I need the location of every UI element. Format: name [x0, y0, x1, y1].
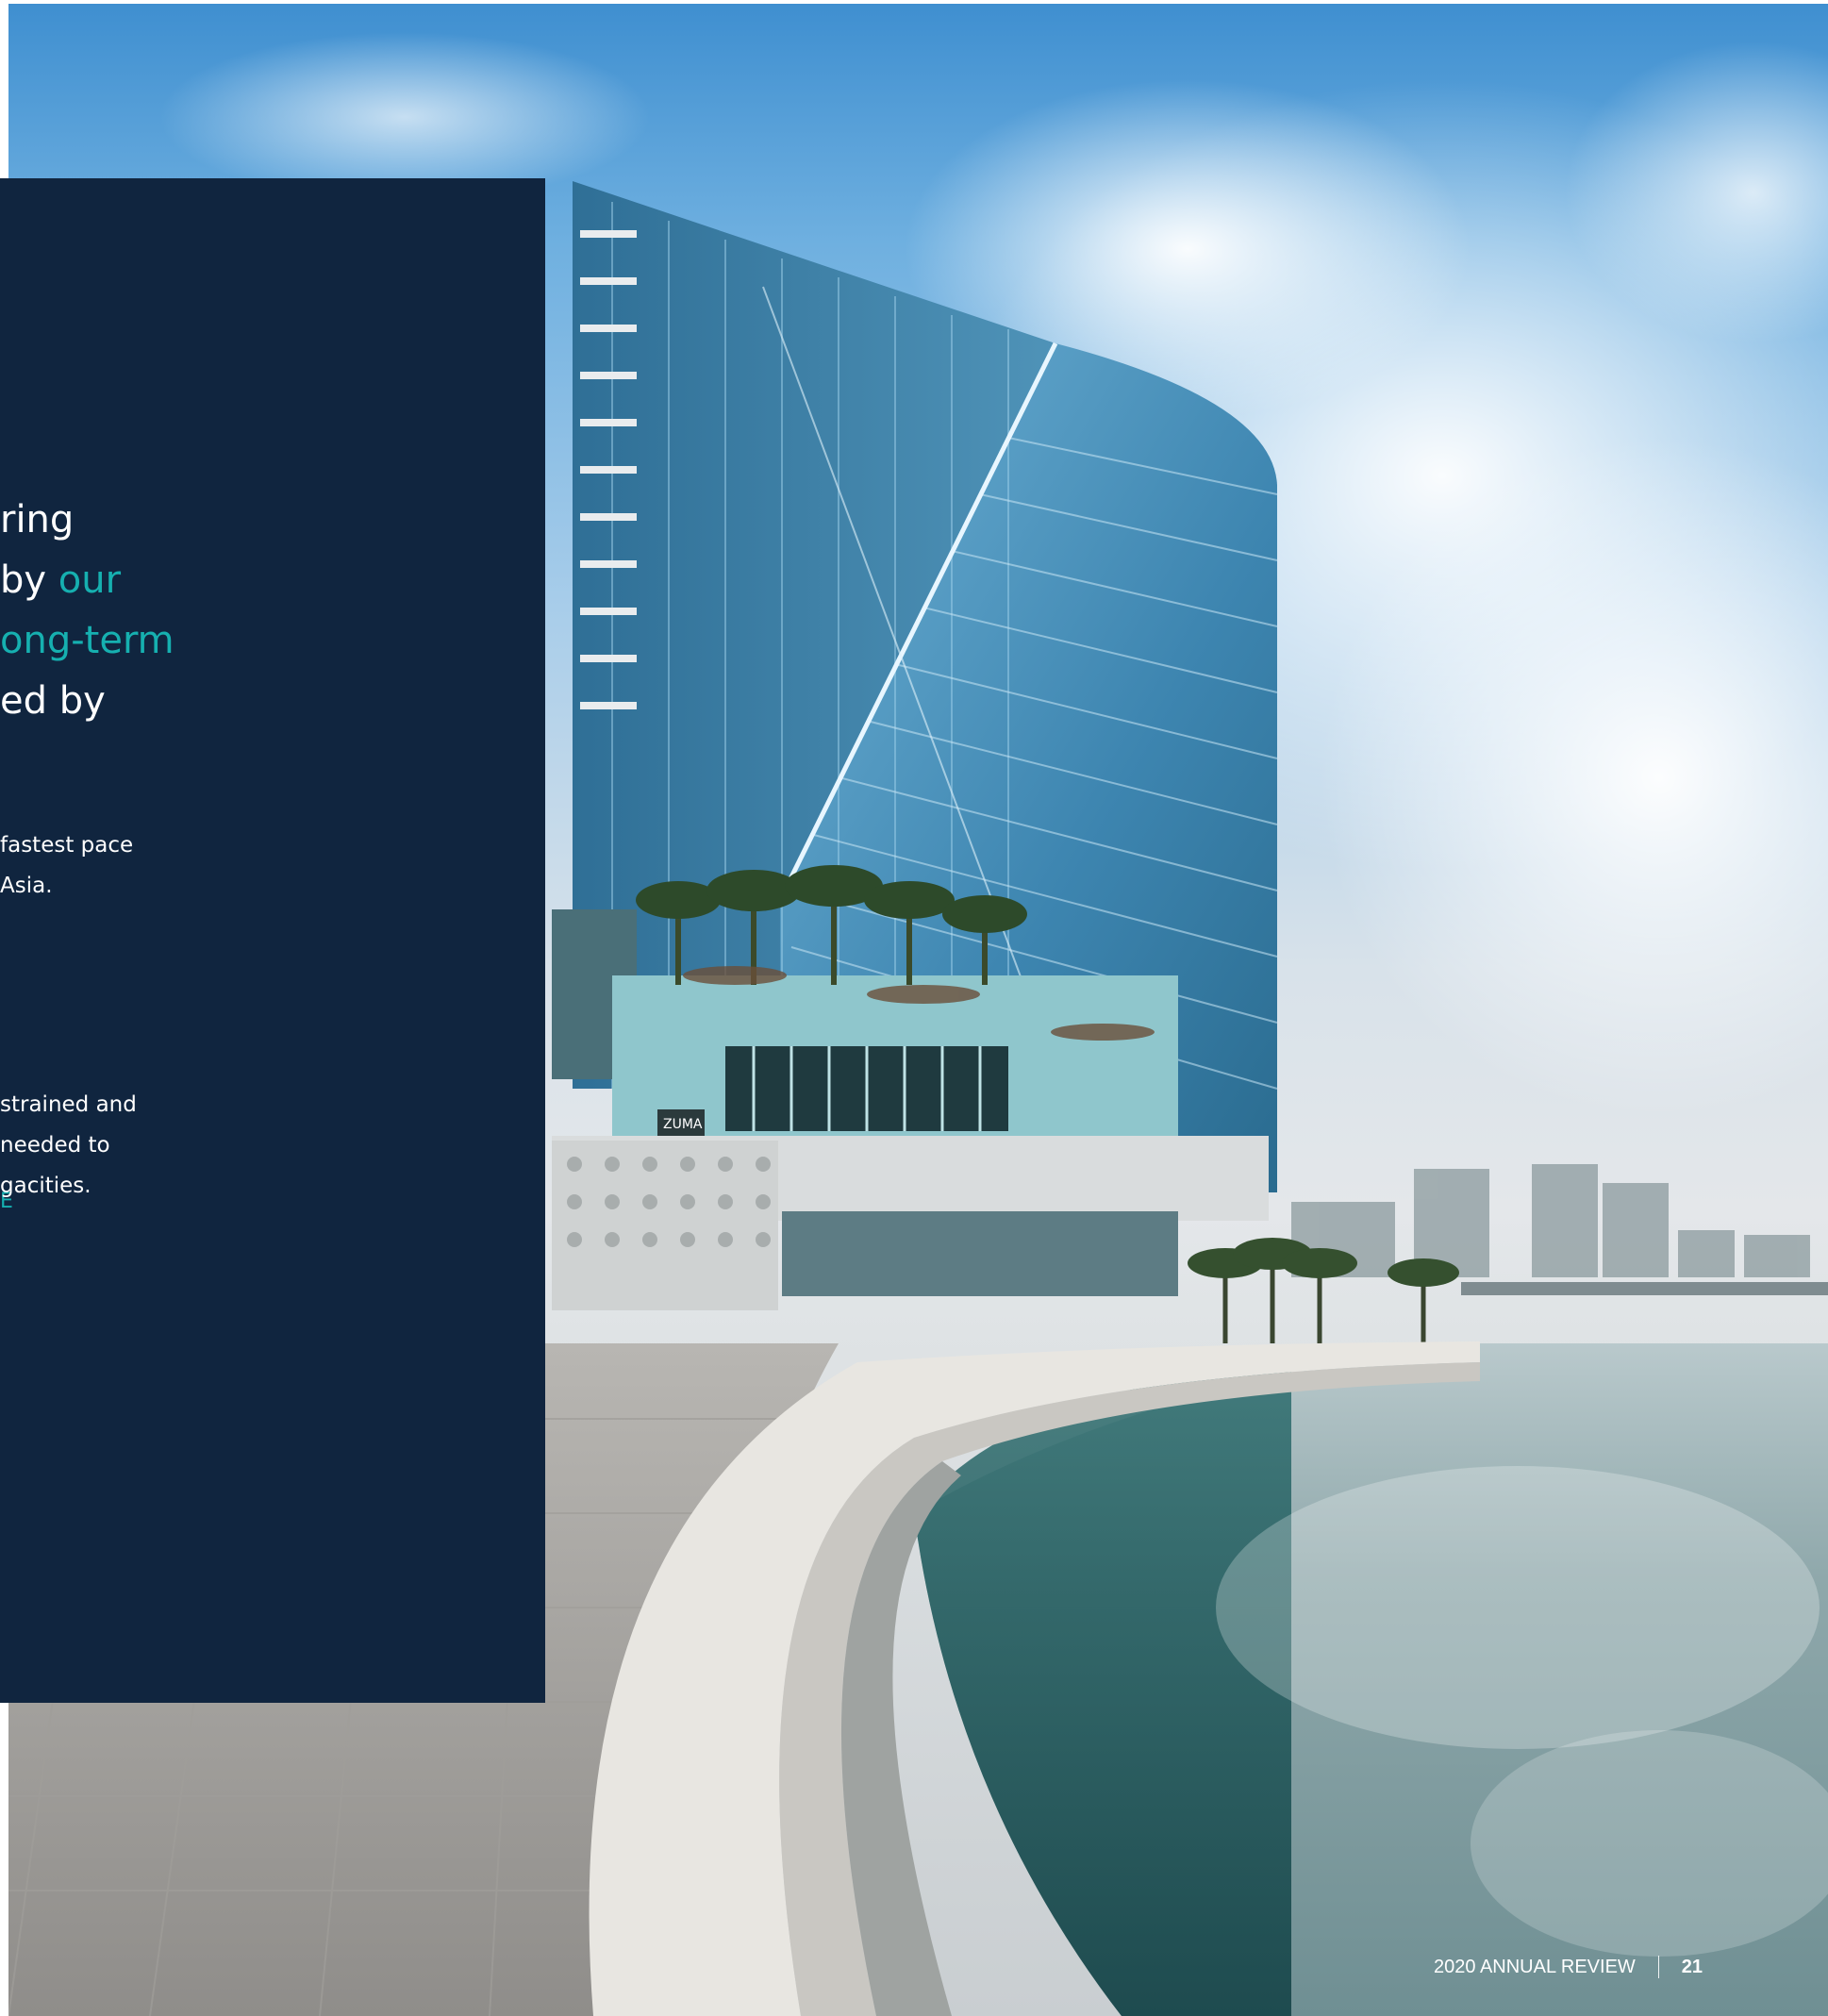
paragraph-1-line-2: Asia.: [0, 874, 53, 898]
paragraph-1: fastest pace Asia.: [0, 825, 133, 907]
publication-title: 2020 ANNUAL REVIEW: [1434, 1956, 1636, 1977]
headline-line-1: ring: [0, 498, 75, 541]
headline-line-2-white: by: [0, 558, 58, 602]
headline-line-2: by our: [0, 550, 121, 610]
headline-line-4: ed by: [0, 679, 106, 723]
paragraph-1-line-1: fastest pace: [0, 833, 134, 858]
headline-line-2-teal: our: [58, 558, 122, 602]
paragraph-2-line-3: gacities.: [0, 1174, 91, 1198]
text-panel: ring by our ong-term ed by fastest pace …: [0, 178, 545, 1703]
footer-divider: [1657, 1956, 1659, 1978]
page-number: 21: [1681, 1956, 1703, 1977]
building-sign: ZUMA: [663, 1117, 703, 1132]
headline-line-3: ong-term: [0, 619, 174, 662]
page-footer: 2020 ANNUAL REVIEW 21: [1434, 1953, 1703, 1981]
paragraph-2-line-2: needed to: [0, 1133, 110, 1158]
paragraph-2-line-1: strained and: [0, 1092, 137, 1117]
paragraph-2: strained and needed to gacities.: [0, 1085, 137, 1207]
